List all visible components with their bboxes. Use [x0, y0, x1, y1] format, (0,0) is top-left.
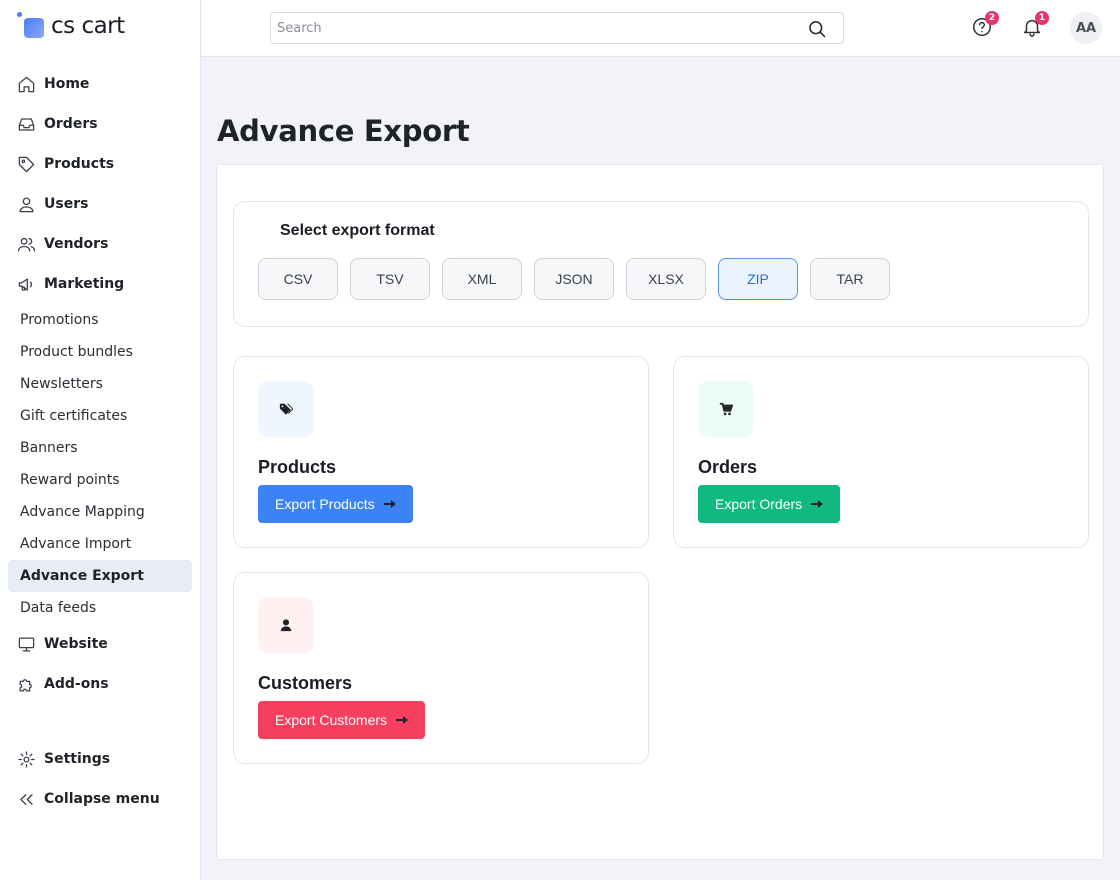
format-button-tsv[interactable]: TSV [350, 258, 430, 300]
card-icon-box [258, 597, 314, 653]
card-title: Products [258, 457, 337, 477]
card-title: Customers [258, 673, 353, 693]
export-format-box: Select export format CSV TSV XML JSON XL… [233, 201, 1089, 327]
notifications-badge: 1 [1035, 11, 1049, 25]
export-customers-button[interactable]: Export Customers [258, 701, 426, 739]
sidebar-subitem-advance-mapping[interactable]: Advance Mapping [8, 496, 192, 528]
export-products-button[interactable]: Export Products [258, 485, 413, 523]
sidebar-subitem-product-bundles[interactable]: Product bundles [8, 336, 192, 368]
export-panel: Select export format CSV TSV XML JSON XL… [216, 164, 1104, 860]
format-title: Select export format [280, 222, 435, 239]
sidebar-subitem-gift-certificates[interactable]: Gift certificates [8, 400, 192, 432]
sidebar-item-orders[interactable]: Orders [0, 104, 201, 144]
sidebar-item-label: Add-ons [44, 676, 109, 692]
sidebar-item-label: Settings [44, 751, 111, 767]
button-label: Export Products [275, 496, 375, 512]
sidebar: cs cart Home Orders Products Users Vendo… [0, 0, 201, 880]
sidebar-item-label: Collapse menu [44, 791, 160, 807]
avatar[interactable]: AA [1070, 12, 1102, 44]
cart-icon [719, 402, 733, 416]
notifications-button[interactable]: 1 [1021, 11, 1049, 38]
sidebar-subitem-advance-import[interactable]: Advance Import [8, 528, 192, 560]
sidebar-item-users[interactable]: Users [0, 184, 201, 224]
puzzle-icon [16, 674, 36, 694]
format-button-csv[interactable]: CSV [258, 258, 338, 300]
tag-icon [16, 154, 36, 174]
sidebar-subitem-advance-export[interactable]: Advance Export [8, 560, 192, 592]
sidebar-item-vendors[interactable]: Vendors [0, 224, 201, 264]
top-bar: 2 1 AA [201, 0, 1120, 57]
sidebar-item-label: Website [44, 636, 108, 652]
card-icon-box [258, 381, 314, 437]
format-button-json[interactable]: JSON [534, 258, 614, 300]
sidebar-item-settings[interactable]: Settings [0, 739, 201, 779]
page-title: Advance Export [217, 114, 470, 148]
tags-icon [279, 403, 293, 415]
card-icon-box [698, 381, 754, 437]
arrow-right-icon [811, 500, 824, 508]
sidebar-subitem-newsletters[interactable]: Newsletters [8, 368, 192, 400]
search-box [270, 12, 844, 44]
inbox-icon [16, 114, 36, 134]
home-icon [16, 74, 36, 94]
card-title: Orders [698, 457, 758, 477]
search-input[interactable] [271, 14, 791, 42]
sidebar-item-website[interactable]: Website [0, 624, 201, 664]
products-export-card: Products Export Products [233, 356, 649, 548]
sidebar-item-label: Users [44, 196, 89, 212]
users-icon [16, 234, 36, 254]
user-icon [280, 619, 292, 632]
orders-export-card: Orders Export Orders [673, 356, 1089, 548]
format-button-xlsx[interactable]: XLSX [626, 258, 706, 300]
search-icon[interactable] [807, 19, 827, 39]
customers-export-card: Customers Export Customers [233, 572, 649, 764]
help-button[interactable]: 2 [971, 11, 999, 38]
help-badge: 2 [985, 11, 999, 25]
user-icon [16, 194, 36, 214]
logo-mark-icon [17, 12, 45, 40]
megaphone-icon [16, 274, 36, 294]
format-button-xml[interactable]: XML [442, 258, 522, 300]
sidebar-subitem-reward-points[interactable]: Reward points [8, 464, 192, 496]
sidebar-subitem-data-feeds[interactable]: Data feeds [8, 592, 192, 624]
sidebar-subitem-promotions[interactable]: Promotions [8, 304, 192, 336]
chevrons-left-icon [16, 789, 36, 809]
sidebar-subitem-banners[interactable]: Banners [8, 432, 192, 464]
sidebar-item-addons[interactable]: Add-ons [0, 664, 201, 704]
arrow-right-icon [396, 716, 409, 724]
sidebar-item-label: Vendors [44, 236, 109, 252]
sidebar-item-home[interactable]: Home [0, 64, 201, 104]
format-button-zip[interactable]: ZIP [718, 258, 798, 300]
cs-cart-logo[interactable]: cs cart [17, 12, 125, 40]
format-button-tar[interactable]: TAR [810, 258, 890, 300]
arrow-right-icon [383, 500, 396, 508]
button-label: Export Orders [715, 496, 803, 512]
monitor-icon [16, 634, 36, 654]
logo-text: cs cart [51, 13, 125, 39]
button-label: Export Customers [275, 712, 388, 728]
sidebar-item-label: Products [44, 156, 115, 172]
sidebar-item-products[interactable]: Products [0, 144, 201, 184]
sidebar-item-marketing[interactable]: Marketing [0, 264, 201, 304]
export-orders-button[interactable]: Export Orders [698, 485, 841, 523]
gear-icon [16, 749, 36, 769]
collapse-menu-button[interactable]: Collapse menu [0, 779, 201, 819]
sidebar-item-label: Marketing [44, 276, 125, 292]
sidebar-item-label: Orders [44, 116, 98, 132]
sidebar-item-label: Home [44, 76, 90, 92]
